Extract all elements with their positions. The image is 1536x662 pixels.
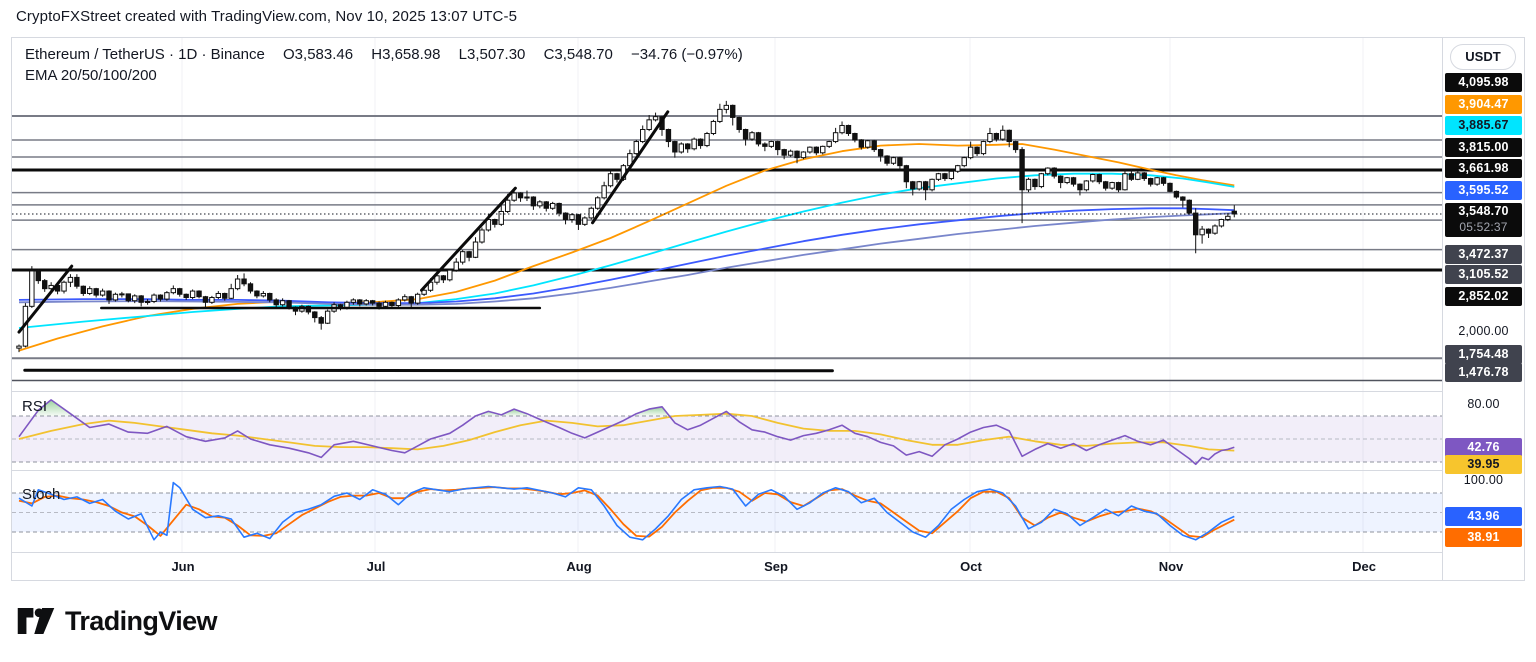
stoch-pane-label[interactable]: Stoch — [22, 486, 60, 503]
price-axis-label: 2,852.02 — [1445, 287, 1522, 306]
price-axis-label: 3,815.00 — [1445, 138, 1522, 157]
symbol-title[interactable]: Ethereum / TetherUS · 1D · Binance — [25, 46, 265, 63]
price-axis-label: 43.96 — [1445, 507, 1522, 526]
month-label: Dec — [1352, 559, 1376, 574]
symbol-legend: Ethereum / TetherUS · 1D · Binance O3,58… — [25, 46, 743, 63]
month-label: Oct — [960, 559, 982, 574]
pane-separator[interactable] — [12, 470, 1524, 471]
price-axis[interactable]: USDT 4,095.98 3,904.47 3,885.67 3,815.00 3,6… — [1442, 38, 1524, 580]
tradingview-brand-text[interactable]: TradingView — [65, 606, 217, 637]
price-chart-canvas[interactable] — [12, 38, 1442, 580]
price-axis-label: 1,476.78 — [1445, 363, 1522, 382]
price-axis-label: 3,595.52 — [1445, 181, 1522, 200]
price-axis-label: 4,095.98 — [1445, 73, 1522, 92]
month-label: Jun — [171, 559, 194, 574]
tradingview-screenshot: CryptoFXStreet created with TradingView.… — [0, 0, 1536, 662]
ohlc-close: C3,548.70 — [544, 46, 613, 63]
pane-separator[interactable] — [12, 391, 1524, 392]
credit-line: CryptoFXStreet created with TradingView.… — [16, 8, 517, 25]
ohlc-low: L3,507.30 — [459, 46, 526, 63]
ohlc-change: −34.76 (−0.97%) — [631, 46, 743, 63]
bar-countdown: 05:52:37 — [1445, 220, 1522, 235]
ohlc-high: H3,658.98 — [371, 46, 440, 63]
price-axis-label: 2,000.00 — [1445, 322, 1522, 341]
month-label: Sep — [764, 559, 788, 574]
chart-panel: Ethereum / TetherUS · 1D · Binance O3,58… — [11, 37, 1525, 581]
rsi-pane-label[interactable]: RSI — [22, 398, 47, 415]
footer: TradingView — [16, 604, 217, 638]
tradingview-logo-icon[interactable] — [16, 604, 56, 638]
price-axis-label: 1,754.48 — [1445, 345, 1522, 364]
price-axis-label: 3,105.52 — [1445, 265, 1522, 284]
month-label: Jul — [367, 559, 386, 574]
price-axis-label: 3,661.98 — [1445, 159, 1522, 178]
ohlc-open: O3,583.46 — [283, 46, 353, 63]
price-axis-label: 38.91 — [1445, 528, 1522, 547]
price-axis-label: 80.00 — [1445, 395, 1522, 414]
price-axis-label: 3,472.37 — [1445, 245, 1522, 264]
currency-toggle-button[interactable]: USDT — [1450, 44, 1516, 70]
month-label: Aug — [566, 559, 591, 574]
price-axis-label: 100.00 — [1445, 471, 1522, 490]
price-axis-label: 3,548.7005:52:37 — [1445, 203, 1522, 237]
time-axis-separator — [12, 552, 1524, 553]
price-axis-label: 3,904.47 — [1445, 95, 1522, 114]
price-axis-label: 3,885.67 — [1445, 116, 1522, 135]
ema-legend[interactable]: EMA 20/50/100/200 — [25, 67, 157, 84]
chart-plot-area[interactable]: Ethereum / TetherUS · 1D · Binance O3,58… — [12, 38, 1442, 580]
month-label: Nov — [1159, 559, 1184, 574]
